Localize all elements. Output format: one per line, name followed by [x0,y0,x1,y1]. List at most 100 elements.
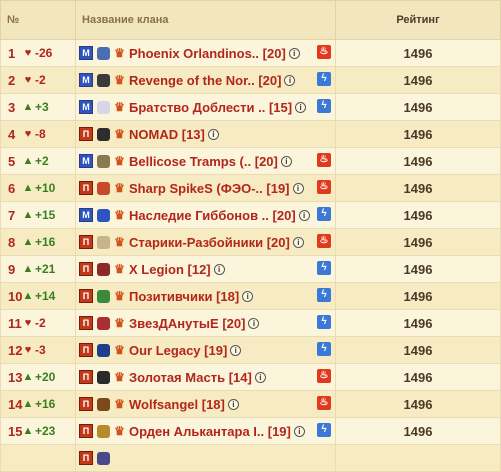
info-icon[interactable]: i [242,290,254,302]
clan-emblem-icon[interactable] [97,46,110,60]
info-icon[interactable]: i [295,101,307,113]
info-icon[interactable]: i [254,371,266,383]
clan-badge-icon: П [79,397,93,411]
info-icon[interactable]: i [227,398,239,410]
info-icon[interactable]: i [298,209,310,221]
rating-cell: 1496 [335,93,501,121]
rank-delta: -2 [35,73,46,87]
header-rating[interactable]: Рейтинг [335,0,501,40]
heart-down-icon: ♥ [24,317,32,329]
table-row: 1 ♥ -26 M ♛ Phoenix Orlandinos.. [20] i ♨ 1496 [0,39,501,67]
fire-icon: ♨ [317,45,331,59]
clan-cell: П ♛ Позитивчики [18] i ϟ [75,282,336,310]
clan-emblem-icon[interactable] [97,397,110,411]
clan-name-link[interactable]: NOMAD [13] [129,127,205,142]
table-row: 8 ▲ +16 П ♛ Старики-Разбойники [20] i ♨ 1496 [0,228,501,256]
clan-emblem-icon[interactable] [97,262,110,276]
rank-number: 14 [8,396,23,412]
clan-emblem-icon[interactable] [97,343,110,357]
rank-cell: 11 ♥ -2 [0,309,76,337]
lightning-icon: ϟ [317,261,331,275]
info-icon[interactable]: i [280,155,292,167]
heart-down-icon: ♥ [24,74,32,86]
info-icon[interactable]: i [293,425,305,437]
info-icon[interactable]: i [292,182,304,194]
clan-badge-icon: M [79,73,93,87]
header-clan-name[interactable]: Название клана [75,0,336,40]
table-row: 7 ▲ +15 M ♛ Наследие Гиббонов .. [20] i ϟ 1496 [0,201,501,229]
table-row: 13 ▲ +20 П ♛ Золотая Масть [14] i ♨ 1496 [0,363,501,391]
crown-icon: ♛ [114,127,125,141]
clan-emblem-icon[interactable] [97,289,110,303]
clan-name-link[interactable]: ЗвезДАнутыЕ [20] [129,316,245,331]
lightning-icon: ϟ [317,342,331,356]
clan-emblem-icon[interactable] [97,154,110,168]
rank-cell: 9 ▲ +21 [0,255,76,283]
rating-cell: 1496 [335,363,501,391]
info-icon[interactable]: i [213,263,225,275]
rating-cell: 1496 [335,255,501,283]
clan-emblem-icon[interactable] [97,127,110,141]
rank-delta: +3 [35,100,49,114]
clan-name-link[interactable]: Sharp SpikeS (ФЭО-.. [19] [129,181,290,196]
clan-emblem-icon[interactable] [97,316,110,330]
info-icon[interactable]: i [284,74,296,86]
clan-cell: П ♛ Sharp SpikeS (ФЭО-.. [19] i ♨ [75,174,336,202]
rank-delta: +20 [35,370,56,384]
clan-name-link[interactable]: Наследие Гиббонов .. [20] [129,208,296,223]
clan-cell: M ♛ Phoenix Orlandinos.. [20] i ♨ [75,39,336,67]
rank-cell: 10 ▲ +14 [0,282,76,310]
rank-cell [0,444,76,472]
heart-down-icon: ♥ [24,344,32,356]
rating-cell: 1496 [335,201,501,229]
clan-name-link[interactable]: Wolfsangel [18] [129,397,225,412]
clan-cell: П ♛ Старики-Разбойники [20] i ♨ [75,228,336,256]
clan-badge-icon: П [79,289,93,303]
rating-cell: 1496 [335,282,501,310]
clan-emblem-icon[interactable] [97,181,110,195]
rating-cell: 1496 [335,120,501,148]
rating-cell: 1496 [335,39,501,67]
info-icon[interactable]: i [230,344,242,356]
clan-emblem-icon[interactable] [97,73,110,87]
clan-emblem-icon[interactable] [97,208,110,222]
clan-name-link[interactable]: Позитивчики [18] [129,289,239,304]
table-row: 3 ▲ +3 M ♛ Братство Доблести .. [15] i ϟ 1496 [0,93,501,121]
rank-cell: 14 ▲ +16 [0,390,76,418]
clan-name-link[interactable]: Старики-Разбойники [20] [129,235,290,250]
table-row: 2 ♥ -2 M ♛ Revenge of the Nor.. [20] i ϟ 1496 [0,66,501,94]
clan-name-link[interactable]: Revenge of the Nor.. [20] [129,73,281,88]
rank-number: 8 [8,234,16,250]
info-icon[interactable]: i [248,317,260,329]
crown-icon: ♛ [114,343,125,357]
clan-name-link[interactable]: Орден Алькантара I.. [19] [129,424,291,439]
clan-cell: П ♛ X Legion [12] i ϟ [75,255,336,283]
info-icon[interactable]: i [207,128,219,140]
header-num[interactable]: № [0,0,76,40]
heart-down-icon: ♥ [24,47,32,59]
table-row: 10 ▲ +14 П ♛ Позитивчики [18] i ϟ 1496 [0,282,501,310]
info-icon[interactable]: i [292,236,304,248]
clan-name-link[interactable]: Золотая Масть [14] [129,370,252,385]
clan-name-link[interactable]: Our Legacy [19] [129,343,227,358]
clan-name-link[interactable]: Bellicose Tramps (.. [20] [129,154,278,169]
clan-emblem-icon[interactable] [97,370,110,384]
rank-cell: 8 ▲ +16 [0,228,76,256]
clan-cell: M ♛ Bellicose Tramps (.. [20] i ♨ [75,147,336,175]
lightning-icon: ϟ [317,315,331,329]
table-row: П [0,444,501,472]
info-icon[interactable]: i [288,47,300,59]
clan-name-link[interactable]: Братство Доблести .. [15] [129,100,292,115]
crown-icon: ♛ [114,208,125,222]
rank-delta: -26 [35,46,53,60]
clan-name-link[interactable]: X Legion [12] [129,262,211,277]
crown-icon: ♛ [114,46,125,60]
rank-number: 10 [8,288,23,304]
clan-emblem-icon[interactable] [97,100,110,114]
clan-emblem-icon[interactable] [97,451,110,465]
clan-emblem-icon[interactable] [97,235,110,249]
clan-badge-icon: M [79,208,93,222]
clan-name-link[interactable]: Phoenix Orlandinos.. [20] [129,46,286,61]
arrow-up-icon: ▲ [22,182,34,194]
lightning-icon: ϟ [317,207,331,221]
